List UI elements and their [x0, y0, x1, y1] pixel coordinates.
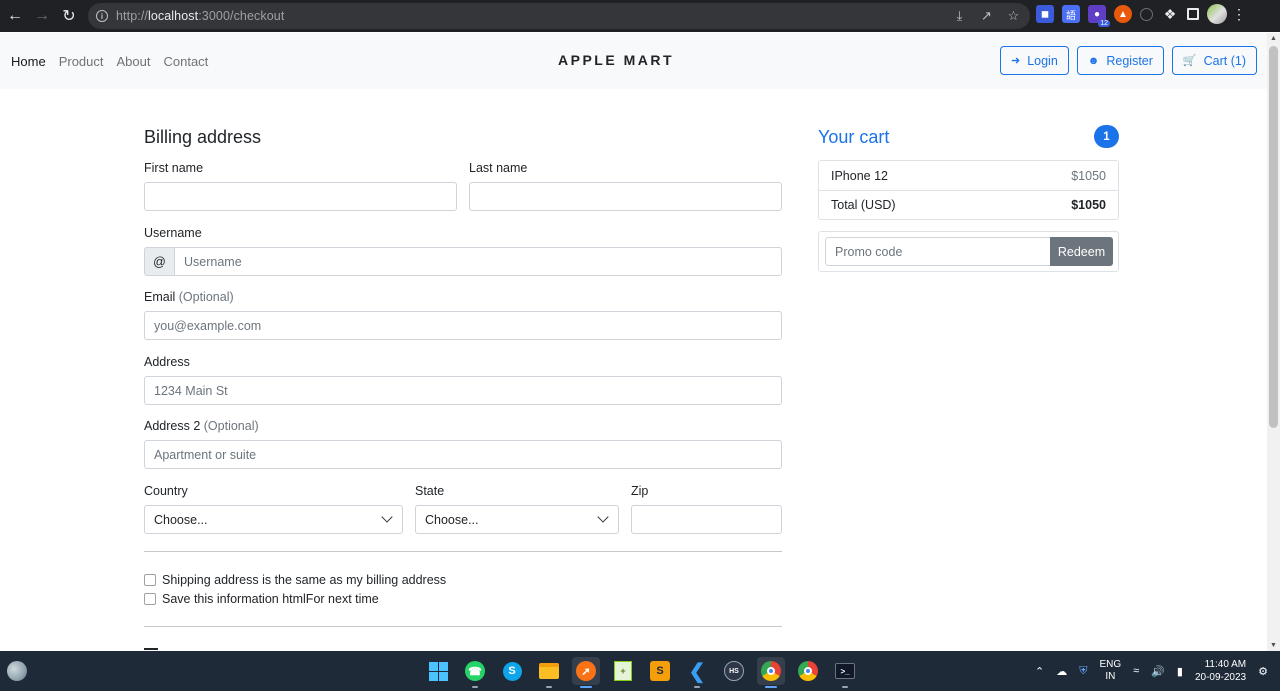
- first-name-input[interactable]: [144, 182, 457, 211]
- save-info-checkbox-row[interactable]: Save this information htmlFor next time: [144, 592, 379, 606]
- weather-widget-icon[interactable]: [7, 661, 27, 681]
- extensions-puzzle-icon[interactable]: ❖: [1161, 5, 1179, 23]
- username-at-prefix: @: [144, 247, 175, 276]
- share-icon[interactable]: ↗: [978, 7, 995, 24]
- zip-input[interactable]: [631, 505, 782, 534]
- cart-total-label: Total (USD): [831, 198, 896, 212]
- brand-logo[interactable]: APPLE MART: [558, 52, 674, 68]
- chevron-down-icon: [597, 511, 609, 523]
- extension-shield-icon[interactable]: ◼: [1036, 5, 1054, 23]
- install-app-icon[interactable]: ⤓: [951, 7, 968, 24]
- same-address-checkbox-row[interactable]: Shipping address is the same as my billi…: [144, 573, 446, 587]
- chrome-alt-icon[interactable]: [794, 657, 822, 685]
- scroll-down-arrow-icon[interactable]: ▼: [1270, 642, 1277, 649]
- last-name-input[interactable]: [469, 182, 782, 211]
- username-input[interactable]: [174, 247, 782, 276]
- cart-button[interactable]: 🛒 Cart (1): [1171, 46, 1257, 75]
- user-plus-icon: ☻: [1087, 54, 1100, 67]
- email-label: Email (Optional): [144, 290, 234, 304]
- first-name-label: First name: [144, 161, 204, 175]
- cart-item: IPhone 12 $1050: [819, 161, 1118, 190]
- address-bar[interactable]: i http://localhost:3000/checkout ⤓ ↗ ☆: [88, 3, 1030, 29]
- register-button[interactable]: ☻ Register: [1076, 46, 1164, 75]
- zip-label: Zip: [631, 484, 649, 498]
- email-input[interactable]: [144, 311, 782, 340]
- volume-icon[interactable]: 🔊: [1151, 665, 1165, 678]
- cart-item-price: $1050: [1071, 168, 1106, 183]
- promo-card: Redeem: [818, 231, 1119, 272]
- redeem-button[interactable]: Redeem: [1050, 237, 1113, 266]
- nav-link-contact[interactable]: Contact: [163, 54, 208, 69]
- chrome-icon[interactable]: [757, 657, 785, 688]
- windows-start-icon[interactable]: [424, 657, 452, 685]
- nav-link-about[interactable]: About: [117, 54, 151, 69]
- cart-list: IPhone 12 $1050 Total (USD) $1050: [818, 160, 1119, 220]
- reload-icon[interactable]: ↻: [56, 3, 82, 29]
- bookmark-star-icon[interactable]: ☆: [1005, 7, 1022, 24]
- sublime-text-icon[interactable]: S: [646, 657, 674, 685]
- vscode-icon[interactable]: ❮: [683, 657, 711, 688]
- address2-input[interactable]: [144, 440, 782, 469]
- language-indicator[interactable]: ENG IN: [1099, 659, 1121, 683]
- scroll-up-arrow-icon[interactable]: ▲: [1270, 35, 1277, 42]
- save-info-checkbox[interactable]: [144, 593, 156, 605]
- login-button[interactable]: ➜ Login: [999, 46, 1069, 75]
- info-icon[interactable]: i: [96, 10, 108, 22]
- translate-extension-icon[interactable]: 語: [1062, 5, 1080, 23]
- hs-app-icon[interactable]: HS: [720, 657, 748, 685]
- security-shield-icon[interactable]: ⛨: [1079, 665, 1087, 678]
- cart-item-name: IPhone 12: [831, 168, 888, 183]
- sign-in-icon: ➜: [1010, 55, 1021, 67]
- skype-icon[interactable]: S: [498, 657, 526, 685]
- address2-label: Address 2 (Optional): [144, 419, 259, 433]
- clock-extension-icon[interactable]: [1140, 7, 1153, 21]
- state-label: State: [415, 484, 445, 498]
- divider: [144, 551, 782, 552]
- promo-code-input[interactable]: [825, 237, 1051, 266]
- divider: [144, 626, 782, 627]
- site-navbar: Home Product About Contact APPLE MART ➜ …: [0, 33, 1267, 89]
- menu-dots-icon[interactable]: ⋮: [1232, 5, 1246, 23]
- clock[interactable]: 11:40 AM 20-09-2023: [1195, 658, 1246, 684]
- forward-icon[interactable]: →: [29, 3, 55, 29]
- windows-taskbar: ☎ S ➚ + S ❮ HS >_ ⌃ ☁ ⛨ ENG IN ≈ 🔊 ▮ 11:…: [0, 651, 1280, 691]
- country-label: Country: [144, 484, 188, 498]
- page-scrollbar[interactable]: ▲ ▼: [1267, 33, 1280, 651]
- billing-title: Billing address: [144, 127, 262, 147]
- file-explorer-icon[interactable]: [535, 657, 563, 688]
- shopping-cart-icon: 🛒: [1182, 55, 1197, 67]
- side-panel-icon[interactable]: [1187, 8, 1199, 20]
- last-name-label: Last name: [469, 161, 528, 175]
- postman-icon[interactable]: ➚: [572, 657, 600, 688]
- cart-total-row: Total (USD) $1050: [819, 190, 1118, 219]
- battery-icon[interactable]: ▮: [1177, 665, 1183, 678]
- nav-link-product[interactable]: Product: [59, 54, 104, 69]
- cart-count-badge: 1: [1094, 125, 1119, 148]
- same-address-checkbox[interactable]: [144, 574, 156, 586]
- whatsapp-icon[interactable]: ☎: [461, 657, 489, 688]
- terminal-icon[interactable]: >_: [831, 657, 859, 688]
- onedrive-cloud-icon[interactable]: ☁: [1056, 665, 1067, 678]
- chevron-down-icon: [381, 511, 393, 523]
- metamask-fox-icon[interactable]: ▲: [1114, 5, 1132, 23]
- cart-title: Your cart: [818, 127, 890, 147]
- address-label: Address: [144, 355, 190, 369]
- wifi-icon[interactable]: ≈: [1133, 665, 1139, 677]
- country-select[interactable]: Choose...: [144, 505, 403, 534]
- notepad-plus-icon[interactable]: +: [609, 657, 637, 685]
- username-label: Username: [144, 226, 202, 240]
- chevron-up-icon[interactable]: ⌃: [1035, 665, 1044, 678]
- browser-toolbar: ← → ↻ i http://localhost:3000/checkout ⤓…: [0, 0, 1280, 32]
- back-icon[interactable]: ←: [2, 3, 28, 29]
- extension-badge-icon[interactable]: ● 12: [1088, 5, 1110, 27]
- state-select[interactable]: Choose...: [415, 505, 619, 534]
- url-text[interactable]: http://localhost:3000/checkout: [116, 9, 284, 23]
- address-input[interactable]: [144, 376, 782, 405]
- cart-total-value: $1050: [1071, 198, 1106, 212]
- profile-avatar[interactable]: [1207, 4, 1227, 24]
- notification-icon[interactable]: ⚙: [1258, 665, 1268, 678]
- scroll-thumb[interactable]: [1269, 46, 1278, 428]
- nav-link-home[interactable]: Home: [11, 54, 46, 69]
